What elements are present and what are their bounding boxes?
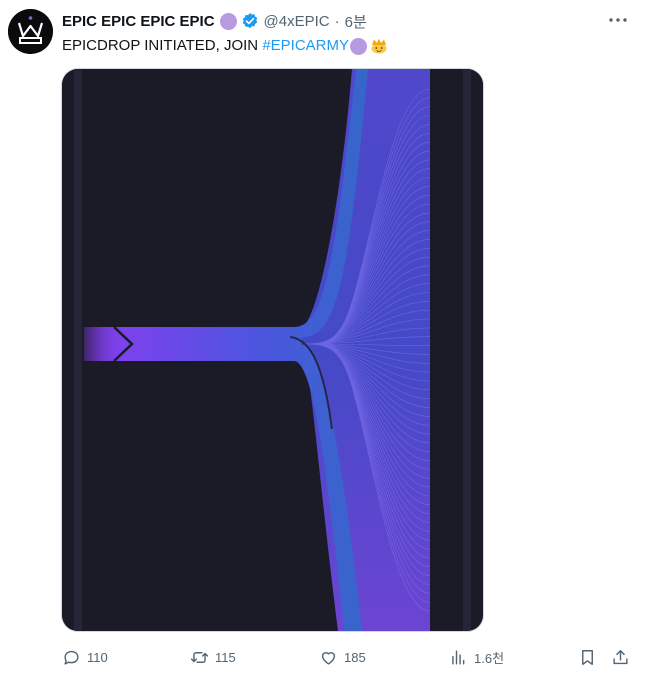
crown-face-emoji (371, 38, 387, 54)
bookmark-icon (582, 649, 593, 665)
epic-drop-artwork (62, 69, 483, 631)
bookmark-button[interactable] (578, 644, 603, 670)
display-name[interactable]: EPIC EPIC EPIC EPIC (62, 13, 215, 30)
tweet: EPIC EPIC EPIC EPIC @4xEPIC · 6분 EPICDRO… (0, 0, 648, 676)
timestamp[interactable]: 6분 (345, 11, 367, 32)
tweet-text-prefix: EPICDROP INITIATED, JOIN (62, 37, 263, 54)
action-bar: 110 115 185 1.6천 (62, 644, 634, 670)
crown-logo-icon (8, 9, 53, 54)
retweet-count: 115 (215, 649, 236, 665)
more-dots-icon (609, 18, 627, 22)
views-count: 1.6천 (474, 650, 505, 666)
user-handle[interactable]: @4xEPIC (264, 13, 330, 30)
share-button[interactable] (611, 644, 636, 670)
heart-icon (321, 651, 336, 665)
separator-dot: · (334, 12, 340, 30)
reply-button[interactable]: 110 (62, 644, 108, 670)
views-chart-icon (452, 649, 465, 665)
like-button[interactable]: 185 (319, 644, 366, 670)
like-count: 185 (344, 649, 366, 665)
reply-count: 110 (87, 649, 108, 665)
more-icon[interactable] (606, 10, 630, 30)
share-icon (613, 649, 628, 664)
views-button[interactable]: 1.6천 (449, 644, 504, 670)
reply-icon (64, 650, 79, 665)
media-image[interactable] (62, 69, 483, 631)
purple-circle-emoji (350, 37, 368, 55)
tweet-text: EPICDROP INITIATED, JOIN #EPICARMY (62, 36, 388, 56)
verified-badge-icon[interactable] (241, 12, 259, 30)
tweet-header: EPIC EPIC EPIC EPIC @4xEPIC · 6분 (62, 10, 367, 32)
hashtag-link[interactable]: #EPICARMY (262, 36, 349, 56)
avatar[interactable] (8, 9, 53, 54)
retweet-icon (190, 651, 209, 663)
purple-circle-emoji (219, 12, 237, 30)
retweet-button[interactable]: 115 (190, 644, 236, 670)
